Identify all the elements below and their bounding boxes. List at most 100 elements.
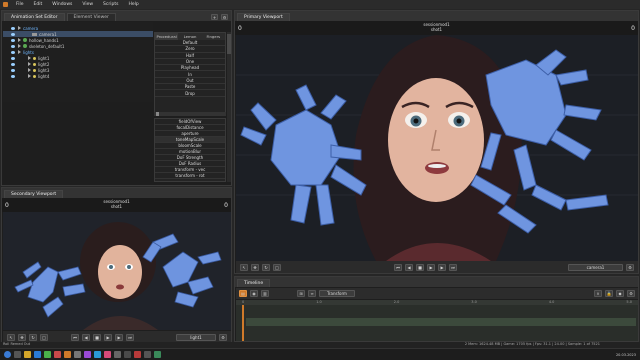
key-icon[interactable]: ◆ [616,290,624,297]
move-tool-icon[interactable]: ✥ [18,333,26,341]
tab-fingers[interactable]: Fingers [201,33,225,40]
skip-start-icon[interactable]: ⏮ [71,333,79,341]
menu-edit[interactable]: Edit [30,2,47,7]
expand-arrow-icon[interactable] [18,26,21,30]
camera-select-button[interactable]: camera1 [568,263,623,271]
app-icon[interactable] [114,351,121,358]
browser-icon[interactable] [34,351,41,358]
eye-icon[interactable] [11,56,15,60]
expand-arrow-icon[interactable] [18,38,21,42]
folder-icon[interactable] [24,351,31,358]
settings-icon[interactable]: ⚙ [221,14,228,20]
scale-tool-icon[interactable]: □ [273,263,281,271]
eye-icon[interactable] [11,44,15,48]
play-icon[interactable]: ▶ [104,333,112,341]
menu-scripts[interactable]: Scripts [99,2,122,7]
app-icon[interactable] [154,351,161,358]
frame-label: 0 [238,25,242,32]
move-tool-icon[interactable]: ✥ [251,263,259,271]
app-icon[interactable] [54,351,61,358]
tab-lemon[interactable]: Lemon [178,33,202,40]
add-button[interactable]: + [211,14,218,20]
scrollbar[interactable] [227,32,231,182]
dopesheet-icon[interactable]: ▥ [261,290,269,297]
expand-arrow-icon[interactable] [28,68,31,72]
scale-tool-icon[interactable]: □ [40,333,48,341]
preset-slider[interactable] [154,112,226,116]
timeline-mode-icon[interactable]: ▤ [239,290,247,297]
settings-icon[interactable]: ⚙ [219,333,227,341]
menu-file[interactable]: File [12,2,28,7]
app-icon[interactable] [104,351,111,358]
play-icon[interactable]: ▶ [427,263,435,271]
skip-end-icon[interactable]: ⏭ [126,333,134,341]
expand-arrow-icon[interactable] [18,50,21,54]
app-icon[interactable] [84,351,91,358]
menu-view[interactable]: View [78,2,97,7]
settings-icon[interactable]: ⚙ [626,263,634,271]
rotate-tool-icon[interactable]: ↻ [262,263,270,271]
eye-icon[interactable] [11,62,15,66]
preset-item[interactable]: Drop [155,90,225,97]
select-tool-icon[interactable]: ↖ [7,333,15,341]
lock-icon[interactable]: 🔒 [605,290,613,297]
chrome-icon[interactable] [44,351,51,358]
app-icon[interactable] [144,351,151,358]
app-icon[interactable] [124,351,131,358]
menu-help[interactable]: Help [124,2,142,7]
step-back-icon[interactable]: ◀ [405,263,413,271]
app-icon[interactable] [94,351,101,358]
transform-dropdown[interactable]: Transform [319,290,355,297]
magnet-icon[interactable]: ∩ [594,290,602,297]
tab-element-viewer[interactable]: Element Viewer [66,13,116,21]
app-icon[interactable] [134,351,141,358]
search-icon[interactable] [14,351,21,358]
filter-icon[interactable]: ⊞ [297,290,305,297]
skip-end-icon[interactable]: ⏭ [449,263,457,271]
app-icon[interactable] [74,351,81,358]
light-select-button[interactable]: light1 [176,333,216,341]
rotate-tool-icon[interactable]: ↻ [29,333,37,341]
timeline-ruler[interactable]: 0 1.0 2.0 3.0 4.0 5.0 [236,300,638,305]
tree-row[interactable]: light4 [3,73,153,79]
expand-arrow-icon[interactable] [18,44,21,48]
eye-icon[interactable] [11,32,15,36]
sfm-icon[interactable] [64,351,71,358]
secondary-render[interactable] [3,212,231,330]
tree-label: lights [23,49,34,55]
tab-procedural[interactable]: Procedural [155,33,179,40]
tab-animation-set-editor[interactable]: Animation Set Editor [4,13,65,21]
tree-label: light4 [38,73,50,79]
eye-icon[interactable] [11,74,15,78]
skip-start-icon[interactable]: ⏮ [394,263,402,271]
step-forward-icon[interactable]: ▶ [115,333,123,341]
link-icon[interactable]: ∞ [308,290,316,297]
step-forward-icon[interactable]: ▶ [438,263,446,271]
settings-icon[interactable]: ⚙ [627,290,635,297]
eye-icon[interactable] [11,38,15,42]
graph-mode-icon[interactable]: ◉ [250,290,258,297]
stop-icon[interactable]: ■ [416,263,424,271]
playhead[interactable] [242,305,244,341]
tab-secondary-viewport[interactable]: Secondary Viewport [4,190,64,198]
scrollbar-thumb[interactable] [227,34,231,54]
secondary-tabbar: Secondary Viewport [2,188,231,198]
tab-timeline[interactable]: Timeline [237,279,271,287]
menu-windows[interactable]: Windows [48,2,76,7]
slider-handle[interactable] [156,112,159,116]
step-back-icon[interactable]: ◀ [82,333,90,341]
primary-render[interactable] [236,35,638,261]
tab-primary-viewport[interactable]: Primary Viewport [237,13,290,21]
select-tool-icon[interactable]: ↖ [240,263,248,271]
eye-icon[interactable] [11,26,15,30]
control-item[interactable]: transform - rot [155,173,225,179]
stop-icon[interactable]: ■ [93,333,101,341]
start-icon[interactable] [4,351,11,358]
eye-icon[interactable] [11,50,15,54]
expand-arrow-icon[interactable] [28,62,31,66]
timeline-track-area[interactable]: 0 1.0 2.0 3.0 4.0 5.0 [236,300,638,341]
shot-clip[interactable] [246,318,636,326]
expand-arrow-icon[interactable] [28,74,31,78]
expand-arrow-icon[interactable] [28,56,31,60]
eye-icon[interactable] [11,68,15,72]
